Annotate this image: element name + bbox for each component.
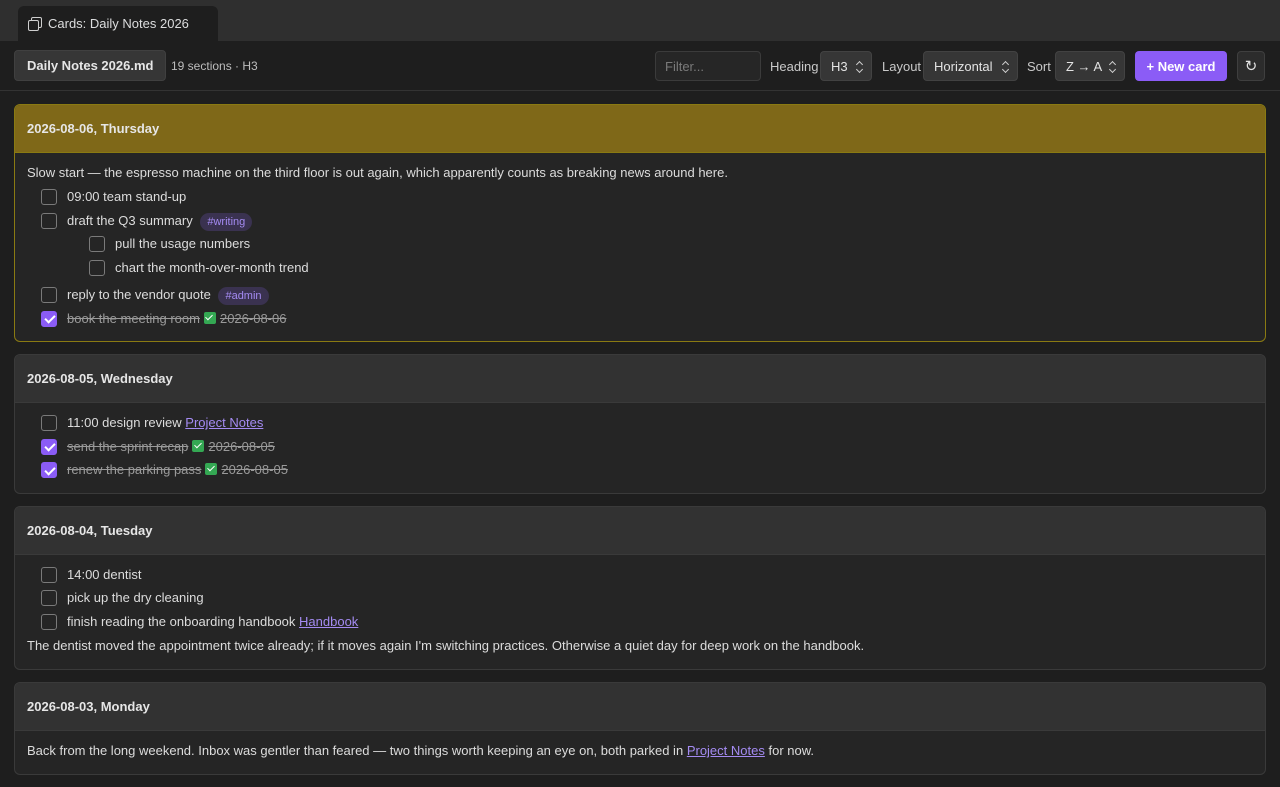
task-item-done: send the sprint recap 2026-08-05 — [27, 438, 1253, 462]
done-date: 2026-08-05 — [208, 438, 275, 454]
new-card-button[interactable]: + New card — [1135, 51, 1227, 81]
tab-cards-daily-notes[interactable]: Cards: Daily Notes 2026 — [18, 6, 218, 41]
task-item: reply to the vendor quote #admin — [27, 286, 1253, 310]
done-check-icon — [203, 311, 216, 324]
task-text: pick up the dry cleaning — [67, 590, 204, 605]
link-project-notes[interactable]: Project Notes — [185, 415, 263, 430]
card: 2026-08-06, Thursday Slow start — the es… — [14, 104, 1266, 342]
tag-writing[interactable]: #writing — [200, 212, 253, 231]
card-title[interactable]: 2026-08-05, Wednesday — [15, 355, 1265, 403]
card: 2026-08-04, Tuesday 14:00 dentist pick u… — [14, 505, 1266, 670]
card-body: 14:00 dentist pick up the dry cleaning f… — [15, 555, 1265, 670]
heading-label: Heading — [770, 59, 819, 74]
done-date: 2026-08-05 — [221, 462, 288, 477]
updown-chevron-icon — [1002, 60, 1010, 74]
cards-icon — [28, 16, 42, 31]
heading-select[interactable]: H3 — [820, 51, 872, 81]
task-text: pull the usage numbers — [115, 236, 251, 251]
task-item-done: renew the parking pass 2026-08-05 — [27, 461, 1253, 485]
task-text: finish reading the onboarding handbook — [67, 613, 296, 629]
toolbar: Daily Notes 2026.md 19 sections · H3 Hea… — [0, 41, 1280, 91]
card-body: Back from the long weekend. Inbox was ge… — [15, 731, 1265, 774]
task-item-done: book the meeting room 2026-08-06 — [27, 310, 1253, 334]
task-text: renew the parking pass — [67, 462, 202, 477]
task-text: send the sprint recap — [67, 438, 189, 454]
task-item: 11:00 design review Project Notes — [27, 414, 1253, 438]
task-checkbox[interactable] — [41, 590, 57, 606]
heading-select-value: H3 — [831, 58, 848, 74]
link-project-notes[interactable]: Project Notes — [687, 743, 765, 758]
task-checkbox[interactable] — [41, 613, 57, 630]
refresh-button[interactable]: ↻ — [1237, 51, 1265, 81]
task-checkbox[interactable] — [41, 566, 57, 583]
card-paragraph: Slow start — the espresso machine on the… — [27, 165, 728, 180]
task-checkbox-checked[interactable] — [41, 462, 57, 478]
filter-input[interactable] — [655, 51, 761, 81]
tab-strip: Cards: Daily Notes 2026 — [0, 0, 1280, 41]
sort-select[interactable]: Z → A — [1055, 51, 1125, 81]
card-title[interactable]: 2026-08-03, Monday — [15, 683, 1265, 731]
task-item: 09:00 team stand-up — [27, 188, 1253, 212]
card-paragraph: The dentist moved the appointment twice … — [27, 638, 865, 653]
done-check-icon — [192, 439, 205, 452]
layout-select[interactable]: Horizontal — [923, 51, 1018, 81]
layout-label: Layout — [882, 59, 922, 74]
tag-admin[interactable]: #admin — [218, 287, 269, 305]
card-body: 11:00 design review Project Notes send t… — [15, 403, 1265, 493]
sort-label: Sort — [1027, 59, 1051, 74]
task-text: draft the Q3 summary — [67, 212, 193, 228]
task-checkbox-checked[interactable] — [41, 310, 57, 327]
card: 2026-08-05, Wednesday 11:00 design revie… — [14, 354, 1266, 494]
task-checkbox[interactable] — [41, 189, 57, 205]
done-date: 2026-08-06 — [219, 310, 287, 326]
layout-select-value: Horizontal — [934, 58, 993, 74]
cards-container: 2026-08-06, Thursday Slow start — the es… — [14, 104, 1266, 787]
task-item: draft the Q3 summary #writing — [27, 212, 1253, 236]
card-body: Slow start — the espresso machine on the… — [15, 153, 1265, 341]
updown-chevron-icon — [1109, 60, 1117, 74]
file-button[interactable]: Daily Notes 2026.md — [14, 50, 167, 81]
task-checkbox[interactable] — [41, 287, 57, 303]
subtask-item: chart the month-over-month trend — [27, 259, 1253, 283]
task-checkbox-checked[interactable] — [41, 438, 57, 455]
sections-meta: 19 sections · H3 — [171, 59, 258, 73]
task-text: 11:00 design review — [67, 415, 182, 430]
card-title[interactable]: 2026-08-04, Tuesday — [15, 506, 1265, 555]
task-checkbox[interactable] — [41, 415, 57, 431]
task-checkbox[interactable] — [89, 259, 105, 276]
task-text: reply to the vendor quote — [67, 287, 211, 302]
task-checkbox[interactable] — [41, 212, 57, 229]
done-check-icon — [205, 463, 218, 475]
task-text: 14:00 dentist — [67, 566, 142, 582]
refresh-icon: ↻ — [1244, 58, 1258, 75]
subtask-item: pull the usage numbers — [27, 235, 1253, 259]
card-paragraph: Back from the long weekend. Inbox was ge… — [27, 743, 815, 758]
card-title[interactable]: 2026-08-06, Thursday — [15, 105, 1265, 153]
link-handbook[interactable]: Handbook — [299, 614, 358, 629]
updown-chevron-icon — [856, 60, 864, 74]
task-checkbox[interactable] — [89, 236, 105, 252]
tab-title: Cards: Daily Notes 2026 — [48, 16, 189, 31]
task-text: chart the month-over-month trend — [115, 259, 309, 275]
sort-select-value: Z → A — [1066, 58, 1103, 74]
card: 2026-08-03, Monday Back from the long we… — [14, 682, 1266, 775]
task-item: pick up the dry cleaning — [27, 589, 1253, 613]
task-item: 14:00 dentist — [27, 566, 1253, 590]
task-text: book the meeting room — [67, 310, 200, 326]
task-item: finish reading the onboarding handbook H… — [27, 613, 1253, 637]
task-text: 09:00 team stand-up — [67, 189, 187, 204]
